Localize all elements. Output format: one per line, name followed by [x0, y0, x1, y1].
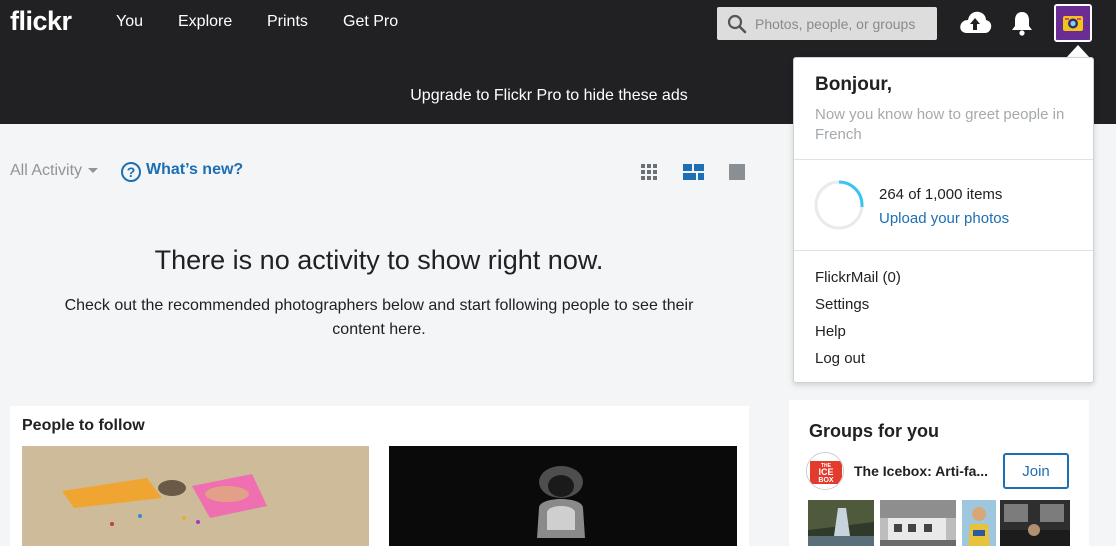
- nav-get-pro[interactable]: Get Pro: [343, 13, 398, 31]
- icebox-logo-text-2: ICE: [818, 467, 833, 477]
- flickr-logo[interactable]: flickr: [10, 6, 72, 37]
- upload-cloud-icon[interactable]: [958, 9, 992, 37]
- menu-item-help[interactable]: Help: [815, 323, 846, 340]
- waterfall-photo-image: [808, 500, 874, 546]
- join-group-button[interactable]: Join: [1003, 453, 1069, 489]
- top-navigation-bar: flickr You Explore Prints Get Pro: [0, 0, 1116, 48]
- activity-filter-dropdown[interactable]: All Activity: [10, 162, 99, 180]
- divider: [794, 250, 1093, 251]
- bell-icon[interactable]: [1010, 10, 1034, 36]
- single-view-icon[interactable]: [728, 163, 746, 181]
- empty-state-title: There is no activity to show right now.: [154, 245, 604, 275]
- search-icon[interactable]: [727, 14, 747, 34]
- nav-prints[interactable]: Prints: [267, 13, 308, 31]
- menu-item-log-out[interactable]: Log out: [815, 350, 865, 367]
- group-logo[interactable]: THE ICE BOX: [806, 452, 844, 490]
- upload-progress-ring-icon: [814, 180, 864, 230]
- compact-view-icon[interactable]: [683, 163, 704, 181]
- search-input[interactable]: [755, 7, 933, 40]
- house-photo-image: [880, 500, 956, 546]
- avatar[interactable]: [1054, 4, 1092, 42]
- group-photo[interactable]: [962, 500, 996, 546]
- whats-new-link[interactable]: ? What’s new?: [121, 161, 243, 182]
- icebox-logo-image: THE ICE BOX: [807, 453, 843, 489]
- greeting-tip: Now you know how to greet people in Fren…: [815, 106, 1065, 143]
- group-photo[interactable]: [1000, 500, 1070, 546]
- people-to-follow-title: People to follow: [22, 417, 145, 434]
- recommended-photo[interactable]: [389, 446, 737, 546]
- nav-explore[interactable]: Explore: [178, 13, 232, 31]
- storage-count: 264 of 1,000 items: [879, 186, 1003, 203]
- avatar-image-icon: [1056, 6, 1090, 40]
- nav-you[interactable]: You: [116, 13, 143, 31]
- recommended-photo[interactable]: [22, 446, 369, 546]
- menu-item-settings[interactable]: Settings: [815, 296, 869, 313]
- groups-for-you-card: Groups for you THE ICE BOX The Icebox: A…: [789, 400, 1089, 546]
- interior-photo-image: [1000, 500, 1070, 546]
- account-dropdown-menu: Bonjour, Now you know how to greet peopl…: [793, 57, 1094, 383]
- portrait-photo-image: [962, 500, 996, 546]
- groups-for-you-title: Groups for you: [809, 421, 939, 441]
- group-photo[interactable]: [808, 500, 874, 546]
- question-icon: ?: [121, 162, 141, 182]
- search-box: [717, 7, 937, 40]
- empty-state-message: Check out the recommended photographers …: [64, 297, 694, 338]
- divider: [794, 159, 1093, 160]
- whats-new-label: What’s new?: [146, 161, 244, 178]
- beach-photo-image: [22, 446, 369, 546]
- upload-photos-link[interactable]: Upload your photos: [879, 210, 1009, 227]
- group-name[interactable]: The Icebox: Arti-fa...: [854, 463, 988, 479]
- menu-item-flickrmail[interactable]: FlickrMail (0): [815, 269, 901, 286]
- activity-filter-label: All Activity: [10, 162, 83, 179]
- grid-view-icon[interactable]: [640, 163, 658, 181]
- figure-photo-image: [389, 446, 737, 546]
- group-photo[interactable]: [880, 500, 956, 546]
- greeting-title: Bonjour,: [815, 74, 893, 95]
- people-to-follow-card: People to follow: [10, 406, 749, 546]
- caret-down-icon: [88, 168, 99, 174]
- icebox-logo-text-3: BOX: [818, 477, 834, 484]
